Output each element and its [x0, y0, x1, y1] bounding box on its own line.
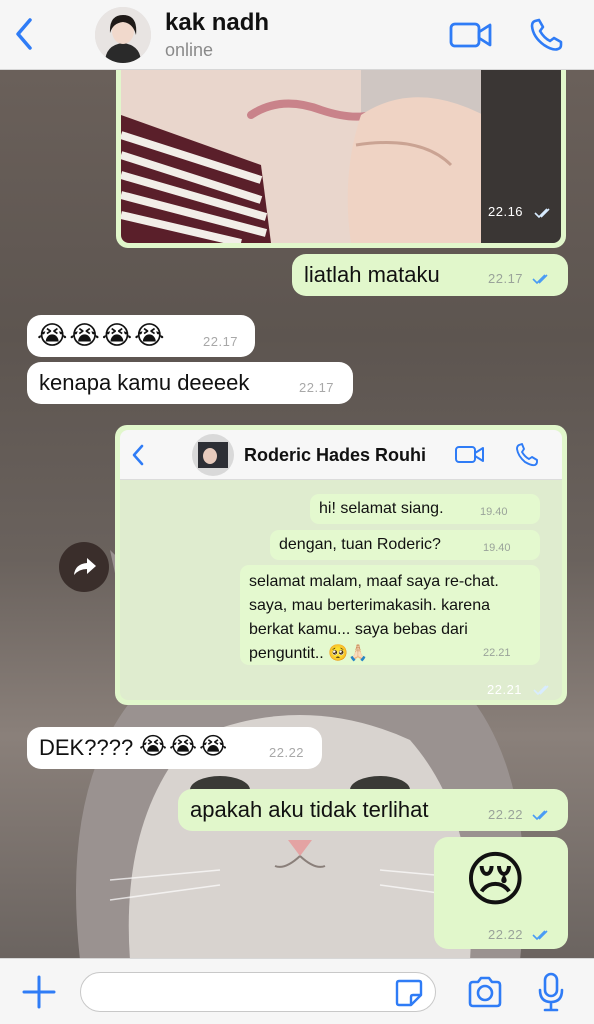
- message-text: liatlah mataku: [304, 262, 440, 287]
- video-call-icon: [455, 446, 484, 463]
- video-call-icon: [449, 22, 492, 48]
- message-time: 22.22: [269, 745, 305, 760]
- chat-header: kak nadh online: [0, 0, 594, 70]
- video-call-button[interactable]: [448, 18, 494, 52]
- camera-icon: [468, 976, 502, 1008]
- read-receipt-icon: [534, 208, 550, 219]
- voice-record-button[interactable]: [537, 972, 565, 1012]
- composer-bar: [0, 958, 594, 1024]
- embedded-chat-screenshot[interactable]: Roderic Hades Rouhi hi! selamat siang. 1…: [120, 430, 562, 700]
- message-time: 22.22: [488, 807, 524, 822]
- message-time: 22.21: [487, 682, 523, 697]
- message-emoji: 😭😭😭: [139, 732, 229, 761]
- contact-avatar[interactable]: [95, 7, 151, 63]
- microphone-icon: [538, 972, 564, 1012]
- embedded-header: Roderic Hades Rouhi: [120, 430, 562, 480]
- message-input[interactable]: [80, 972, 436, 1012]
- message-text: DEK????: [39, 735, 134, 760]
- message-time: 22.21: [483, 647, 511, 659]
- attach-button[interactable]: [20, 973, 58, 1011]
- loudly-crying-face-icon: 😭: [139, 733, 170, 760]
- incoming-message[interactable]: kenapa kamu deeeek 22.17: [27, 362, 353, 404]
- read-receipt-icon: [532, 810, 548, 821]
- camera-button[interactable]: [466, 975, 504, 1009]
- outgoing-screenshot-message[interactable]: Roderic Hades Rouhi hi! selamat siang. 1…: [115, 425, 567, 705]
- incoming-emoji-message[interactable]: 😭😭😭😭 22.17: [27, 315, 255, 357]
- read-receipt-icon: [532, 274, 548, 285]
- crying-face-icon: 😢: [464, 846, 527, 913]
- loudly-crying-face-icon: 😭: [134, 320, 167, 350]
- phone-icon: [530, 18, 563, 51]
- contact-status: online: [165, 40, 214, 60]
- read-receipt-icon: [532, 930, 548, 941]
- message-text: kenapa kamu deeeek: [39, 370, 250, 395]
- message-time: 22.17: [488, 271, 524, 286]
- loudly-crying-face-icon: 😭: [169, 733, 200, 760]
- embedded-message: hi! selamat siang. 19.40: [310, 494, 540, 524]
- message-time: 22.22: [488, 927, 524, 942]
- outgoing-message[interactable]: apakah aku tidak terlihat 22.22: [178, 789, 568, 831]
- message-emoji: 😭😭😭😭: [37, 320, 167, 351]
- embedded-message: dengan, tuan Roderic? 19.40: [270, 530, 540, 560]
- sticker-icon: [395, 979, 423, 1007]
- outgoing-message[interactable]: liatlah mataku 22.17: [292, 254, 568, 296]
- outgoing-emoji-message[interactable]: 😢 22.22: [434, 837, 568, 949]
- contact-name[interactable]: kak nadh: [165, 9, 269, 37]
- read-receipt-icon: [533, 685, 549, 696]
- phone-icon: [516, 443, 538, 467]
- message-time: 22.16: [488, 204, 524, 219]
- loudly-crying-face-icon: 😭: [37, 320, 70, 350]
- embedded-contact-name: Roderic Hades Rouhi: [244, 445, 427, 465]
- incoming-message[interactable]: DEK???? 😭😭😭 22.22: [27, 727, 322, 769]
- loudly-crying-face-icon: 😭: [69, 320, 102, 350]
- outgoing-photo-message[interactable]: 22.16: [116, 70, 566, 248]
- forward-arrow-icon: [74, 558, 96, 575]
- embedded-message: selamat malam, maaf saya re-chat. saya, …: [240, 565, 540, 665]
- chat-area[interactable]: 22.16 liatlah mataku 22.17 😭😭😭😭 22.17 ke…: [0, 70, 594, 958]
- loudly-crying-face-icon: 😭: [199, 733, 230, 760]
- message-text: hi! selamat siang.: [319, 500, 444, 517]
- back-chevron-icon: [132, 444, 144, 466]
- message-time: 19.40: [480, 506, 508, 518]
- message-time: 22.17: [299, 380, 335, 395]
- voice-call-button[interactable]: [527, 17, 565, 53]
- back-button[interactable]: [8, 14, 42, 54]
- message-time: 19.40: [483, 542, 511, 554]
- loudly-crying-face-icon: 😭: [101, 320, 135, 350]
- forward-button[interactable]: [59, 542, 109, 592]
- plus-icon: [22, 975, 56, 1009]
- sticker-button[interactable]: [393, 977, 425, 1009]
- message-text: dengan, tuan Roderic?: [279, 536, 441, 553]
- message-time: 22.17: [203, 334, 239, 349]
- embedded-avatar: [192, 434, 234, 476]
- message-text: apakah aku tidak terlihat: [190, 797, 429, 822]
- back-chevron-icon: [16, 18, 32, 50]
